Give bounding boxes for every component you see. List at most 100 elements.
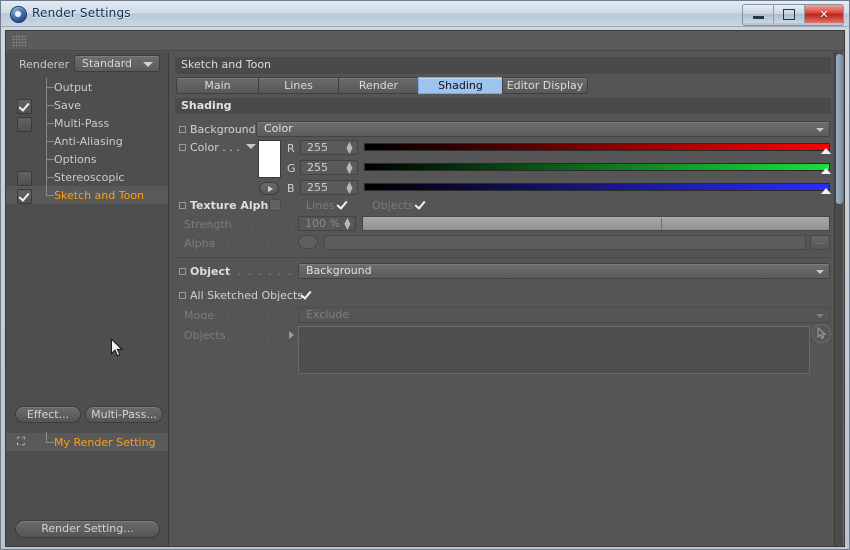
channel-b-field[interactable]: 255 ▲ ▼ <box>300 180 358 195</box>
vertical-scrollbar[interactable] <box>834 52 843 546</box>
sidebar-item-anti-aliasing[interactable]: Anti-Aliasing <box>6 131 168 150</box>
sidebar-item-label: Sketch and Toon <box>54 189 145 202</box>
texture-alpha-checkbox[interactable] <box>269 199 281 211</box>
enable-checkbox[interactable] <box>17 171 32 186</box>
tree-line <box>46 95 54 114</box>
mouse-cursor-icon <box>110 338 124 357</box>
strength-slider[interactable] <box>362 216 830 231</box>
render-settings-window: Render Settings ✕ Renderer Standard Outp… <box>0 0 850 550</box>
spinner-icon[interactable]: ▲ ▼ <box>346 181 353 195</box>
alpha-row: Alpha . . . . . . . . . . . . ... <box>170 234 834 252</box>
texture-alpha-lines-label: Lines <box>306 199 335 212</box>
section-title: Sketch and Toon <box>175 57 831 74</box>
divider <box>175 257 831 258</box>
background-anim-checkbox[interactable] <box>179 126 186 133</box>
color-anim-checkbox[interactable] <box>179 144 186 151</box>
channel-r-field[interactable]: 255 ▲ ▼ <box>300 140 358 155</box>
texture-alpha-label: Texture Alpha <box>190 199 276 212</box>
sidebar-item-output[interactable]: Output <box>6 78 168 96</box>
channel-r-label: R <box>287 142 295 155</box>
mode-row: Mode . . . . . . . . . . . . Exclude <box>170 306 834 324</box>
renderer-value: Standard <box>82 57 133 70</box>
sidebar-item-stereoscopic[interactable]: Stereoscopic <box>6 167 168 186</box>
sidebar-item-label: Output <box>54 81 93 94</box>
object-dropdown[interactable]: Background <box>298 263 830 279</box>
object-picker-button[interactable] <box>812 324 831 343</box>
color-expand-chevron-down-icon[interactable] <box>246 144 256 149</box>
tree-line <box>46 432 54 451</box>
texture-alpha-lines-checkbox[interactable] <box>336 199 348 211</box>
color-picker-toggle-button[interactable] <box>259 182 279 195</box>
enable-checkbox <box>17 135 30 148</box>
maximize-button[interactable] <box>774 5 805 23</box>
enable-checkbox <box>17 81 30 94</box>
object-anim-checkbox[interactable] <box>179 268 186 275</box>
spinner-icon[interactable]: ▲ ▼ <box>346 141 353 155</box>
spinner-icon[interactable]: ▲ ▼ <box>346 161 353 175</box>
minimize-button[interactable] <box>743 5 774 23</box>
strength-label: Strength <box>184 218 232 231</box>
multi-pass-button[interactable]: Multi-Pass... <box>85 406 163 423</box>
objects-expand-arrow-icon[interactable] <box>289 331 294 339</box>
enable-checkbox[interactable] <box>17 99 32 114</box>
channel-g-value: 255 <box>307 161 328 174</box>
channel-b-slider[interactable] <box>364 180 831 195</box>
enable-checkbox <box>17 153 30 166</box>
pick-cursor-icon <box>817 326 827 340</box>
all-sketched-objects-row: All Sketched Objects <box>170 286 834 304</box>
enable-checkbox[interactable] <box>17 189 32 204</box>
tab-render[interactable]: Render <box>338 77 418 94</box>
sidebar-item-multi-pass[interactable]: Multi-Pass <box>6 113 168 132</box>
background-dropdown[interactable]: Color <box>256 121 830 137</box>
my-render-setting-row[interactable]: ⛶ My Render Setting <box>6 432 168 451</box>
texture-alpha-anim-checkbox[interactable] <box>179 202 186 209</box>
color-label: Color . . . <box>190 141 240 154</box>
close-button[interactable]: ✕ <box>805 5 843 23</box>
sidebar-item-sketch-and-toon[interactable]: Sketch and Toon <box>6 185 168 204</box>
spinner-icon[interactable]: ▲ ▼ <box>344 217 351 231</box>
alpha-texture-button[interactable] <box>298 235 318 249</box>
lower-pane: Render Setting... <box>6 451 168 546</box>
strength-slider-tick <box>661 218 663 230</box>
toolbar-grip-icon[interactable] <box>12 35 26 46</box>
all-sketched-anim-checkbox[interactable] <box>179 292 186 299</box>
background-row: Background Color <box>170 120 834 138</box>
tab-main[interactable]: Main <box>176 77 258 94</box>
scrollbar-thumb[interactable] <box>836 54 843 204</box>
strength-value-field[interactable]: 100 % ▲ ▼ <box>298 216 356 231</box>
renderer-dropdown[interactable]: Standard <box>74 55 160 72</box>
sidebar-item-options[interactable]: Options <box>6 149 168 168</box>
enable-checkbox[interactable] <box>17 117 32 132</box>
window-title: Render Settings <box>32 6 131 20</box>
effect-button[interactable]: Effect... <box>15 406 81 423</box>
right-panel: Sketch and Toon Main Lines Render Shading Ed… <box>170 52 834 546</box>
strength-row: Strength . . . . . . . . . . 100 % ▲ ▼ <box>170 215 834 233</box>
tree-line <box>46 113 54 132</box>
mode-dropdown[interactable]: Exclude <box>298 307 830 323</box>
sidebar-item-label: Multi-Pass <box>54 117 110 130</box>
slider-handle[interactable] <box>821 188 831 194</box>
channel-g-field[interactable]: 255 ▲ ▼ <box>300 160 358 175</box>
texture-alpha-objects-checkbox[interactable] <box>414 199 426 211</box>
channel-g-slider[interactable] <box>364 160 831 175</box>
gradient-bar <box>364 143 830 151</box>
alpha-texture-field[interactable] <box>324 235 806 250</box>
all-sketched-objects-checkbox[interactable] <box>300 289 312 301</box>
mode-value: Exclude <box>306 308 350 321</box>
sidebar-item-save[interactable]: Save <box>6 95 168 114</box>
channel-r-slider[interactable] <box>364 140 831 155</box>
render-setting-button[interactable]: Render Setting... <box>15 520 160 538</box>
tab-lines[interactable]: Lines <box>258 77 338 94</box>
color-swatch[interactable] <box>258 140 281 178</box>
alpha-browse-button[interactable]: ... <box>810 235 830 250</box>
tab-editor-display[interactable]: Editor Display <box>502 77 588 94</box>
slider-handle[interactable] <box>821 168 831 174</box>
mode-label: Mode <box>184 309 214 322</box>
renderer-row: Renderer Standard <box>6 52 168 76</box>
tab-bar: Main Lines Render Shading Editor Display <box>176 77 588 94</box>
channel-b-value: 255 <box>307 181 328 194</box>
objects-listbox[interactable] <box>298 326 810 374</box>
tree-line <box>46 78 54 96</box>
tab-shading[interactable]: Shading <box>418 77 502 94</box>
slider-handle[interactable] <box>821 148 831 154</box>
